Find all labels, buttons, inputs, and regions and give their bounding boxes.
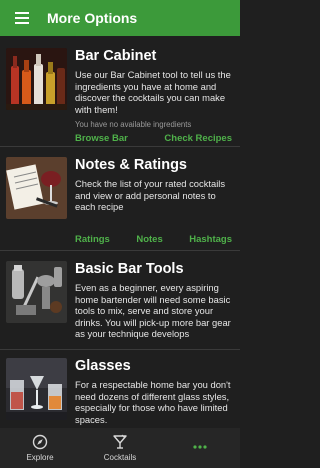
card-title: Bar Cabinet — [75, 48, 157, 64]
options-list[interactable]: Bar Cabinet Use our Bar Cabinet tool to … — [0, 36, 240, 428]
card-description: Check the list of your rated cocktails a… — [75, 178, 226, 212]
ingredients-status: You have no available ingredients — [75, 120, 192, 129]
nav-cocktails-label: Cocktails — [103, 453, 137, 462]
notes-button[interactable]: Notes — [136, 234, 162, 245]
card-title: Basic Bar Tools — [75, 261, 184, 277]
menu-button[interactable] — [10, 6, 34, 30]
app-bar: More Options — [0, 0, 240, 36]
more-dots-icon — [193, 444, 207, 449]
ratings-button[interactable]: Ratings — [75, 234, 110, 245]
compass-icon — [32, 434, 48, 450]
nav-explore[interactable]: Explore — [0, 428, 80, 468]
nav-more-options[interactable] — [160, 428, 240, 468]
hashtags-button[interactable]: Hashtags — [189, 234, 232, 245]
nav-explore-label: Explore — [26, 453, 54, 462]
card-notes-ratings[interactable]: Notes & Ratings Check the list of your r… — [0, 147, 240, 251]
card-description: Even as a beginner, every aspiring home … — [75, 282, 231, 339]
card-description: For a respectable home bar you don't nee… — [75, 379, 231, 425]
hamburger-menu-icon — [15, 12, 29, 24]
card-bar-cabinet[interactable]: Bar Cabinet Use our Bar Cabinet tool to … — [0, 36, 240, 147]
card-title: Notes & Ratings — [75, 157, 187, 173]
card-title: Glasses — [75, 358, 131, 374]
check-recipes-button[interactable]: Check Recipes — [164, 133, 232, 144]
card-description: Use our Bar Cabinet tool to tell us the … — [75, 69, 231, 115]
nav-cocktails[interactable]: Cocktails — [80, 428, 160, 468]
bar-cabinet-image — [6, 48, 67, 110]
notes-ratings-image — [6, 157, 67, 219]
bar-tools-image — [6, 261, 67, 323]
glasses-image — [6, 358, 67, 420]
card-basic-bar-tools[interactable]: Basic Bar Tools Even as a beginner, ever… — [0, 251, 240, 350]
cocktail-glass-icon — [113, 434, 127, 449]
browse-bar-button[interactable]: Browse Bar — [75, 133, 128, 144]
page-title: More Options — [47, 10, 138, 26]
card-glasses[interactable]: Glasses For a respectable home bar you d… — [0, 350, 240, 428]
bottom-navigation: Explore Cocktails — [0, 428, 240, 468]
